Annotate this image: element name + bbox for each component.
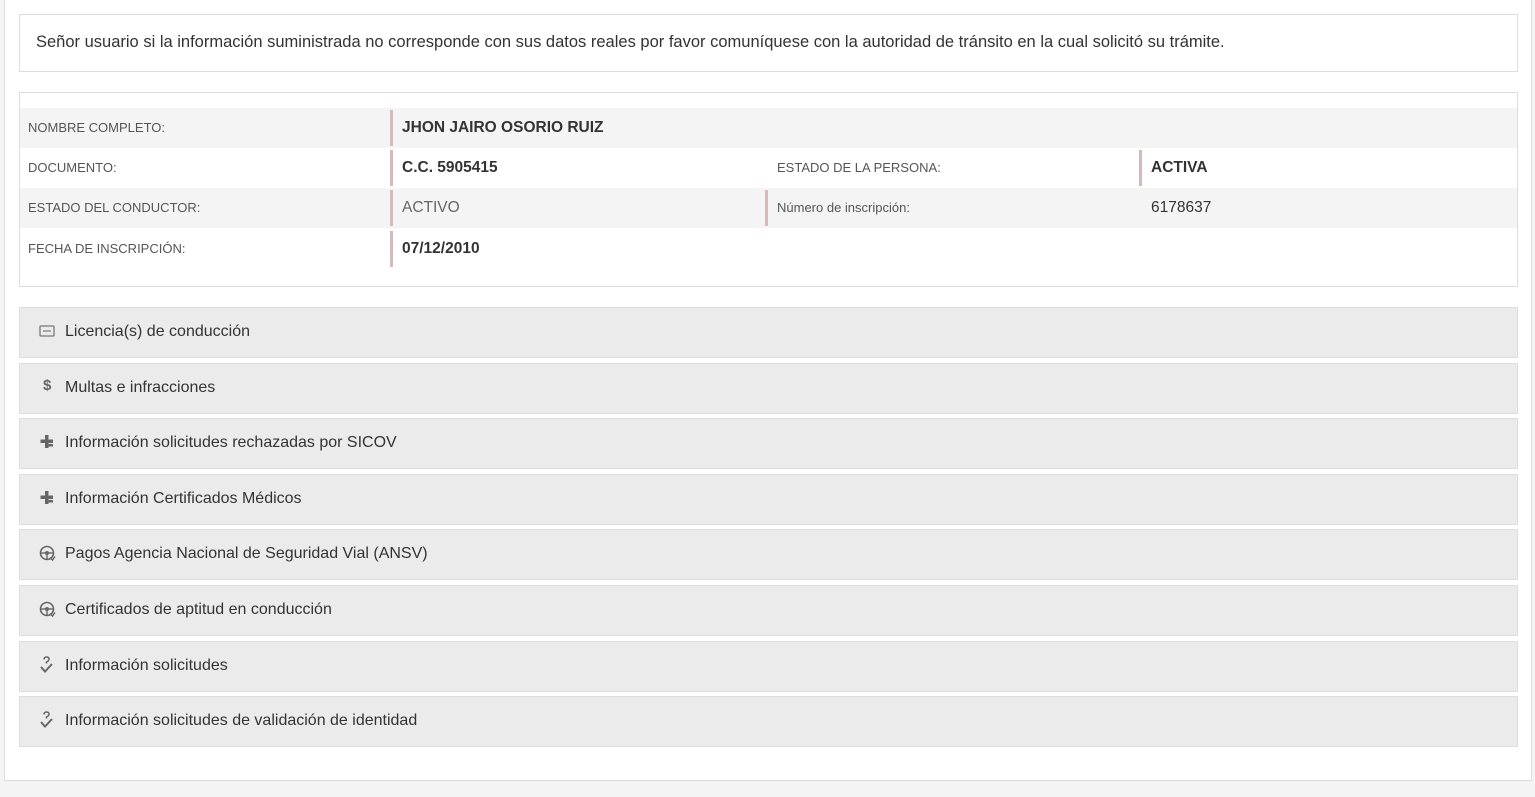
accordion-label: Licencia(s) de conducción — [65, 323, 250, 340]
fecha-inscripcion-value: 07/12/2010 — [402, 240, 480, 257]
accordion-licencias[interactable]: Licencia(s) de conducción — [19, 307, 1518, 358]
question-check-icon — [38, 656, 56, 674]
info-row-documento: DOCUMENTO: C.C. 5905415 ESTADO DE LA PER… — [20, 148, 1517, 188]
estado-persona-label: ESTADO DE LA PERSONA: — [777, 160, 941, 175]
accordion-certificados-medicos[interactable]: Información Certificados Médicos — [19, 474, 1518, 525]
person-info-panel: NOMBRE COMPLETO: JHON JAIRO OSORIO RUIZ … — [19, 92, 1518, 287]
field-divider — [390, 190, 393, 226]
steering-wheel-icon — [38, 544, 56, 562]
accordion-label: Certificados de aptitud en conducción — [65, 601, 332, 618]
info-row-nombre: NOMBRE COMPLETO: JHON JAIRO OSORIO RUIZ — [20, 108, 1517, 148]
accordion-label: Información solicitudes de validación de… — [65, 712, 418, 729]
field-divider — [765, 190, 768, 226]
documento-value: C.C. 5905415 — [402, 159, 498, 176]
accordion-label: Pagos Agencia Nacional de Seguridad Vial… — [65, 545, 428, 562]
numero-inscripcion-label: Número de inscripción: — [777, 200, 910, 215]
question-check-icon — [38, 711, 56, 729]
id-card-icon — [38, 322, 56, 340]
medical-cross-icon — [38, 489, 56, 507]
steering-wheel-icon — [38, 600, 56, 618]
accordion-label: Información solicitudes rechazadas por S… — [65, 434, 397, 451]
field-divider — [390, 231, 393, 267]
dollar-icon: $ — [43, 377, 52, 394]
nombre-value: JHON JAIRO OSORIO RUIZ — [402, 119, 604, 136]
field-divider — [390, 150, 393, 186]
estado-persona-value: ACTIVA — [1151, 159, 1208, 176]
field-divider — [390, 110, 393, 146]
nombre-label: NOMBRE COMPLETO: — [28, 120, 166, 135]
accordion-pagos-ansv[interactable]: Pagos Agencia Nacional de Seguridad Vial… — [19, 529, 1518, 580]
accordion-label: Información Certificados Médicos — [65, 490, 302, 507]
info-row-fecha-inscripcion: FECHA DE INSCRIPCIÓN: 07/12/2010 — [20, 229, 1517, 269]
field-divider — [1139, 150, 1142, 186]
numero-inscripcion-value: 6178637 — [1151, 199, 1212, 216]
medical-cross-icon — [38, 433, 56, 451]
notice-text: Señor usuario si la información suminist… — [36, 33, 1225, 51]
estado-conductor-value: ACTIVO — [402, 199, 460, 216]
accordion-label: Multas e infracciones — [65, 379, 216, 396]
notice-box: Señor usuario si la información suminist… — [19, 14, 1518, 72]
accordion-rechazadas-sicov[interactable]: Información solicitudes rechazadas por S… — [19, 418, 1518, 469]
info-row-estado-conductor: ESTADO DEL CONDUCTOR: ACTIVO Número de i… — [20, 188, 1517, 228]
fecha-inscripcion-label: FECHA DE INSCRIPCIÓN: — [28, 241, 186, 256]
accordion-multas[interactable]: $ Multas e infracciones — [19, 363, 1518, 414]
documento-label: DOCUMENTO: — [28, 160, 117, 175]
estado-conductor-label: ESTADO DEL CONDUCTOR: — [28, 200, 201, 215]
accordion-solicitudes[interactable]: Información solicitudes — [19, 641, 1518, 692]
accordion-label: Información solicitudes — [65, 657, 228, 674]
accordion-validacion-identidad[interactable]: Información solicitudes de validación de… — [19, 696, 1518, 747]
accordion-aptitud-conduccion[interactable]: Certificados de aptitud en conducción — [19, 585, 1518, 636]
